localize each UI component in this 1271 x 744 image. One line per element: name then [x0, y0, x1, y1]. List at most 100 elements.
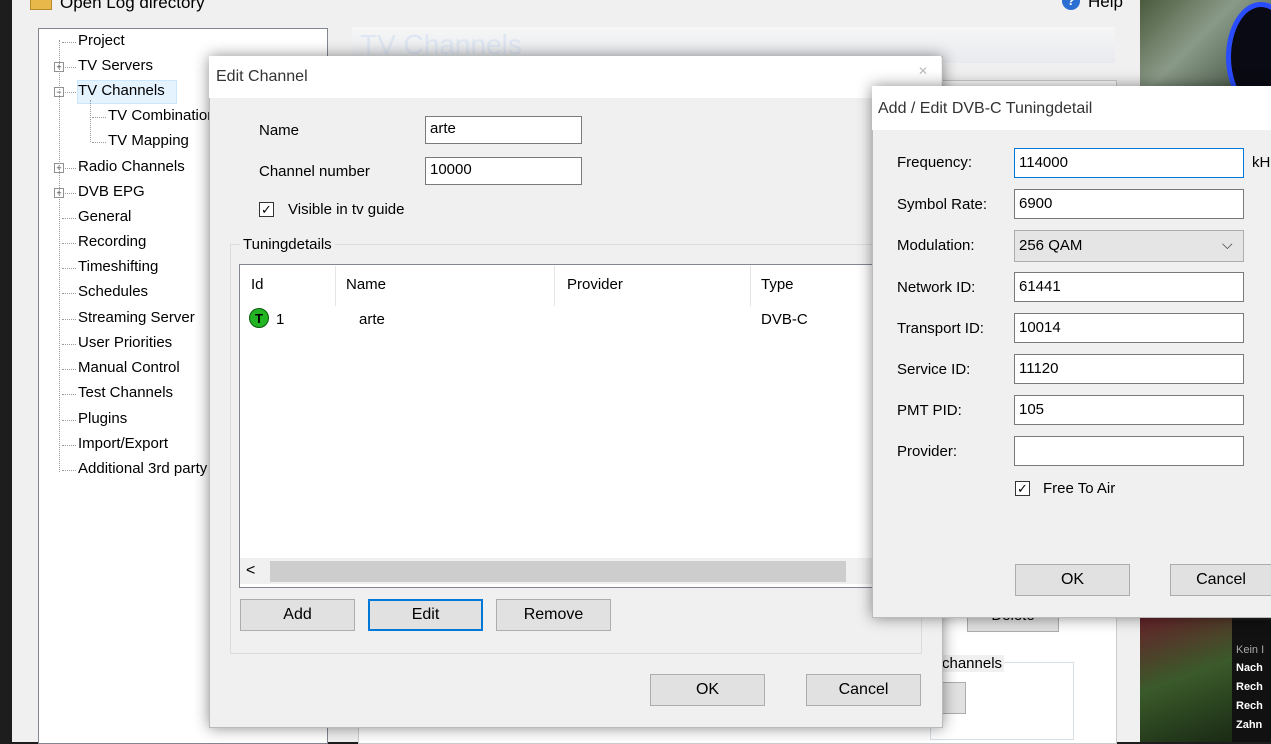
tree-connector [90, 100, 91, 142]
name-input[interactable]: arte [425, 116, 582, 144]
tree-item-tv-channels[interactable]: TV Channels [78, 82, 165, 99]
symbol-rate-input[interactable]: 6900 [1014, 189, 1244, 219]
tree-connector [62, 319, 76, 320]
provider-input[interactable] [1014, 436, 1244, 466]
news-line: Zahn [1236, 719, 1263, 731]
tree-item-plugins[interactable]: Plugins [78, 410, 127, 427]
column-separator[interactable] [335, 266, 336, 306]
tree-item-user-priorities[interactable]: User Priorities [78, 334, 172, 351]
tree-connector [62, 293, 76, 294]
ok-button[interactable]: OK [650, 674, 765, 706]
frequency-label: Frequency: [897, 154, 973, 171]
tree-item-additional-3rd-party[interactable]: Additional 3rd party [78, 460, 207, 477]
column-header-id[interactable]: Id [251, 276, 264, 293]
scroll-left-arrow-icon[interactable]: < [246, 562, 255, 580]
service-id-input[interactable]: 11120 [1014, 354, 1244, 384]
tree-item-general[interactable]: General [78, 208, 131, 225]
tree-connector [62, 394, 76, 395]
column-header-type[interactable]: Type [761, 276, 794, 293]
tree-connector [62, 445, 76, 446]
free-to-air-label: Free To Air [1043, 480, 1116, 497]
add-button[interactable]: Add [240, 599, 355, 631]
tree-connector [62, 369, 76, 370]
column-header-name[interactable]: Name [346, 276, 386, 293]
cancel-button[interactable]: Cancel [806, 674, 921, 706]
news-line: Rech [1236, 681, 1263, 693]
channel-number-input[interactable]: 10000 [425, 157, 582, 185]
transport-id-label: Transport ID: [897, 320, 984, 337]
dvbc-ok-button[interactable]: OK [1015, 564, 1130, 596]
frequency-unit: kH [1252, 154, 1271, 171]
tree-connector [59, 40, 60, 472]
dialog-title: Edit Channel [216, 68, 308, 85]
news-line: Kein I [1236, 644, 1265, 656]
free-to-air-checkbox[interactable]: ✓ [1015, 481, 1030, 496]
tree-connector [62, 92, 76, 93]
tree-connector [62, 268, 76, 269]
visible-checkbox[interactable]: ✓ [259, 202, 274, 217]
dvbc-cancel-button[interactable]: Cancel [1170, 564, 1271, 596]
channels-group-label: channels [940, 655, 1005, 672]
tree-item-schedules[interactable]: Schedules [78, 283, 148, 300]
edit-channel-titlebar[interactable] [209, 56, 941, 98]
tree-connector [62, 193, 76, 194]
tuningdetails-label: Tuningdetails [240, 236, 335, 253]
column-header-provider[interactable]: Provider [567, 276, 623, 293]
tree-item-project[interactable]: Project [78, 32, 125, 49]
row-name[interactable]: arte [359, 311, 385, 328]
tree-connector [92, 117, 106, 118]
tree-connector [62, 42, 76, 43]
column-separator[interactable] [750, 266, 751, 306]
tree-connector [62, 168, 76, 169]
news-line: Rech [1236, 700, 1263, 712]
pmt-pid-input[interactable]: 105 [1014, 395, 1244, 425]
tree-item-tv-mapping[interactable]: TV Mapping [108, 132, 189, 149]
service-id-label: Service ID: [897, 361, 971, 378]
row-id[interactable]: 1 [276, 311, 284, 328]
tree-item-streaming-server[interactable]: Streaming Server [78, 309, 195, 326]
tree-connector [62, 243, 76, 244]
open-log-directory-button[interactable]: Open Log directory [60, 0, 205, 13]
tree-item-import-export[interactable]: Import/Export [78, 435, 168, 452]
tree-item-test-channels[interactable]: Test Channels [78, 384, 173, 401]
provider-label: Provider: [897, 443, 958, 460]
tree-item-tv-combinations[interactable]: TV Combinations [108, 107, 212, 124]
row-type[interactable]: DVB-C [761, 311, 808, 328]
modulation-label: Modulation: [897, 237, 975, 254]
scrollbar-thumb[interactable] [270, 561, 846, 582]
tree-connector [62, 218, 76, 219]
tree-connector [62, 344, 76, 345]
edit-button[interactable]: Edit [368, 599, 483, 631]
tv-channel-icon: T [249, 308, 269, 328]
name-label: Name [259, 122, 300, 139]
news-line: Nach [1236, 662, 1263, 674]
chevron-down-icon[interactable]: ⌵ [1222, 236, 1233, 253]
tree-item-radio-channels[interactable]: Radio Channels [78, 158, 185, 175]
tree-connector [62, 470, 76, 471]
close-icon[interactable]: ✕ [910, 64, 936, 88]
tree-connector [62, 420, 76, 421]
channel-number-label: Channel number [259, 163, 370, 180]
transport-id-input[interactable]: 10014 [1014, 313, 1244, 343]
visible-label: Visible in tv guide [288, 201, 405, 218]
modulation-select[interactable]: 256 QAM [1014, 230, 1244, 262]
dialog-title: Add / Edit DVB-C Tuningdetail [878, 100, 1093, 117]
desktop-photo-flowers [1140, 610, 1232, 742]
tree-item-dvb-epg[interactable]: DVB EPG [78, 183, 145, 200]
folder-icon [30, 0, 52, 10]
column-separator[interactable] [554, 266, 555, 306]
remove-button[interactable]: Remove [496, 599, 611, 631]
pmt-pid-label: PMT PID: [897, 402, 962, 419]
symbol-rate-label: Symbol Rate: [897, 196, 988, 213]
tree-item-manual-control[interactable]: Manual Control [78, 359, 180, 376]
network-id-label: Network ID: [897, 279, 976, 296]
tree-connector [92, 142, 106, 143]
tree-item-recording[interactable]: Recording [78, 233, 146, 250]
tree-item-tv-servers[interactable]: TV Servers [78, 57, 153, 74]
tree-connector [62, 67, 76, 68]
news-widget: Kein I Nach Rech Rech Zahn [1232, 620, 1271, 742]
tree-item-timeshifting[interactable]: Timeshifting [78, 258, 158, 275]
help-button[interactable]: Help [1088, 0, 1123, 12]
network-id-input[interactable]: 61441 [1014, 272, 1244, 302]
frequency-input[interactable]: 114000 [1014, 148, 1244, 178]
